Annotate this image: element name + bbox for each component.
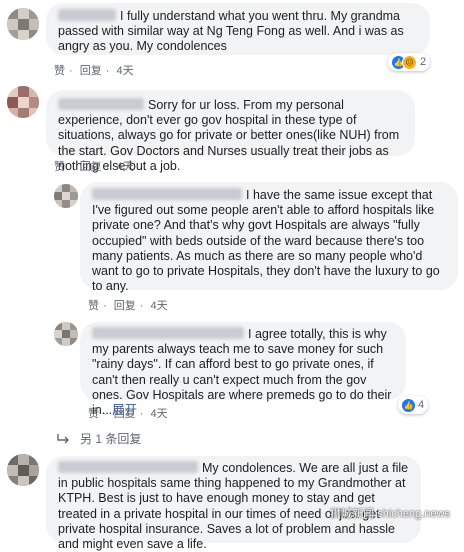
- reply-link[interactable]: 回复: [114, 408, 136, 420]
- sad-reaction-icon: ☹: [402, 54, 417, 70]
- watermark: 狮城新闻 shicheng.news: [330, 508, 450, 520]
- commenter-name[interactable]: [58, 461, 198, 473]
- reaction-count: 2: [420, 56, 427, 68]
- reaction-summary[interactable]: 👍 4: [398, 396, 429, 414]
- like-link[interactable]: 赞: [54, 161, 65, 173]
- comment-bubble: Sorry for ur loss. From my personal expe…: [46, 90, 415, 173]
- like-reaction-icon: 👍: [402, 398, 415, 412]
- like-link[interactable]: 赞: [54, 65, 65, 77]
- reply-link[interactable]: 回复: [114, 300, 136, 312]
- comment-bubble: I fully understand what you went thru. M…: [46, 3, 430, 55]
- more-replies-label: 另 1 条回复: [80, 432, 142, 446]
- reply-text: I have the same issue except that I've f…: [92, 188, 440, 294]
- reply-arrow-icon: [57, 433, 69, 443]
- timestamp[interactable]: 4天: [116, 65, 133, 77]
- timestamp[interactable]: 4天: [150, 408, 167, 420]
- avatar[interactable]: [7, 86, 39, 118]
- reply-link[interactable]: 回复: [80, 65, 102, 77]
- avatar[interactable]: [54, 322, 78, 346]
- commenter-name[interactable]: [58, 9, 116, 21]
- like-link[interactable]: 赞: [88, 300, 99, 312]
- reply-link[interactable]: 回复: [80, 161, 102, 173]
- like-link[interactable]: 赞: [88, 408, 99, 420]
- commenter-name[interactable]: [92, 327, 244, 339]
- timestamp[interactable]: 4天: [150, 300, 167, 312]
- reply-bubble: I have the same issue except that I've f…: [80, 182, 458, 294]
- avatar[interactable]: [7, 8, 39, 40]
- view-more-replies[interactable]: 另 1 条回复: [56, 430, 141, 447]
- comment-actions: 赞 · 回复 · 4天: [54, 161, 134, 173]
- avatar[interactable]: [54, 184, 78, 208]
- avatar[interactable]: [7, 454, 39, 486]
- reaction-summary[interactable]: 👍 ☹ 2: [388, 53, 431, 71]
- reaction-count: 4: [418, 399, 425, 411]
- comment-actions: 赞 · 回复 · 4天: [54, 65, 134, 77]
- reply-actions: 赞 · 回复 · 4天: [88, 408, 168, 420]
- timestamp[interactable]: 4天: [116, 161, 133, 173]
- comment-bubble: My condolences. We are all just a file i…: [46, 456, 421, 551]
- reply-bubble: I agree totally, this is why my parents …: [80, 322, 406, 417]
- reply-actions: 赞 · 回复 · 4天: [88, 300, 168, 312]
- commenter-name[interactable]: [92, 188, 242, 200]
- commenter-name[interactable]: [58, 98, 144, 110]
